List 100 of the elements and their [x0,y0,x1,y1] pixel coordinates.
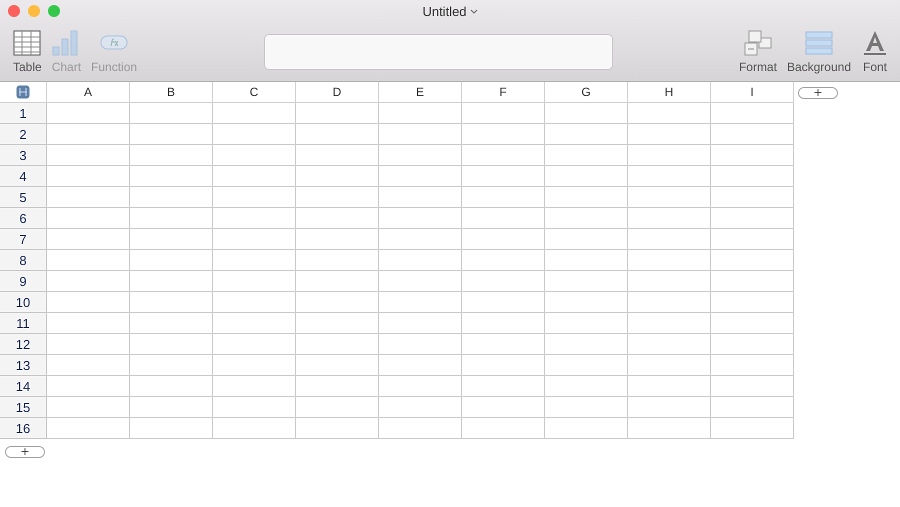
table-cell[interactable] [130,418,213,439]
table-cell[interactable] [628,292,711,313]
table-cell[interactable] [47,313,130,334]
table-cell[interactable] [711,250,794,271]
table-cell[interactable] [296,376,379,397]
table-cell[interactable] [379,313,462,334]
table-cell[interactable] [130,334,213,355]
table-cell[interactable] [296,271,379,292]
table-cell[interactable] [213,124,296,145]
row-header[interactable]: 16 [0,418,47,439]
table-cell[interactable] [213,250,296,271]
table-cell[interactable] [379,103,462,124]
table-cell[interactable] [213,166,296,187]
table-cell[interactable] [545,397,628,418]
row-header[interactable]: 10 [0,292,47,313]
row-header[interactable]: 9 [0,271,47,292]
table-cell[interactable] [47,103,130,124]
table-cell[interactable] [545,103,628,124]
table-cell[interactable] [213,292,296,313]
table-cell[interactable] [628,376,711,397]
table-cell[interactable] [462,292,545,313]
table-cell[interactable] [462,124,545,145]
table-cell[interactable] [628,355,711,376]
table-cell[interactable] [47,334,130,355]
table-cell[interactable] [711,334,794,355]
table-cell[interactable] [545,376,628,397]
table-handle-icon[interactable] [16,85,30,99]
table-cell[interactable] [296,355,379,376]
table-cell[interactable] [379,145,462,166]
background-button[interactable]: Background [782,30,856,74]
table-cell[interactable] [47,271,130,292]
table-cell[interactable] [462,313,545,334]
table-cell[interactable] [711,418,794,439]
table-cell[interactable] [296,208,379,229]
table-cell[interactable] [379,418,462,439]
table-cell[interactable] [711,292,794,313]
column-header[interactable]: H [628,82,711,103]
table-cell[interactable] [462,166,545,187]
table-cell[interactable] [213,418,296,439]
column-header[interactable]: C [213,82,296,103]
font-button[interactable]: Font [856,30,894,74]
table-cell[interactable] [545,124,628,145]
table-cell[interactable] [379,334,462,355]
table-cell[interactable] [628,334,711,355]
table-cell[interactable] [711,355,794,376]
column-header[interactable]: G [545,82,628,103]
table-cell[interactable] [462,187,545,208]
row-header[interactable]: 8 [0,250,47,271]
chevron-icon[interactable] [470,8,478,14]
column-header[interactable]: A [47,82,130,103]
row-header[interactable]: 1 [0,103,47,124]
table-cell[interactable] [711,187,794,208]
table-cell[interactable] [379,187,462,208]
table-cell[interactable] [47,187,130,208]
table-cell[interactable] [462,334,545,355]
table-cell[interactable] [545,250,628,271]
table-cell[interactable] [379,355,462,376]
table-cell[interactable] [462,250,545,271]
table-cell[interactable] [379,271,462,292]
table-cell[interactable] [462,229,545,250]
table-cell[interactable] [213,397,296,418]
table-cell[interactable] [213,271,296,292]
row-header[interactable]: 7 [0,229,47,250]
column-header[interactable]: I [711,82,794,103]
table-cell[interactable] [296,397,379,418]
table-cell[interactable] [628,187,711,208]
table-cell[interactable] [711,313,794,334]
row-header[interactable]: 15 [0,397,47,418]
table-cell[interactable] [379,208,462,229]
table-cell[interactable] [47,124,130,145]
table-cell[interactable] [213,187,296,208]
table-cell[interactable] [379,229,462,250]
table-cell[interactable] [628,208,711,229]
table-cell[interactable] [711,103,794,124]
table-cell[interactable] [545,166,628,187]
table-cell[interactable] [462,208,545,229]
table-cell[interactable] [628,397,711,418]
table-cell[interactable] [296,292,379,313]
table-cell[interactable] [213,103,296,124]
table-cell[interactable] [130,397,213,418]
table-cell[interactable] [628,418,711,439]
table-cell[interactable] [213,229,296,250]
table-cell[interactable] [47,397,130,418]
table-cell[interactable] [545,145,628,166]
table-cell[interactable] [628,229,711,250]
table-cell[interactable] [213,313,296,334]
table-cell[interactable] [628,145,711,166]
table-button[interactable]: Table [8,30,47,74]
table-cell[interactable] [130,313,213,334]
column-header[interactable]: F [462,82,545,103]
table-cell[interactable] [462,271,545,292]
table-cell[interactable] [379,397,462,418]
table-cell[interactable] [711,376,794,397]
table-cell[interactable] [711,271,794,292]
table-cell[interactable] [628,250,711,271]
table-cell[interactable] [462,418,545,439]
row-header[interactable]: 13 [0,355,47,376]
format-button[interactable]: Format [734,30,782,74]
table-cell[interactable] [462,145,545,166]
row-header[interactable]: 4 [0,166,47,187]
